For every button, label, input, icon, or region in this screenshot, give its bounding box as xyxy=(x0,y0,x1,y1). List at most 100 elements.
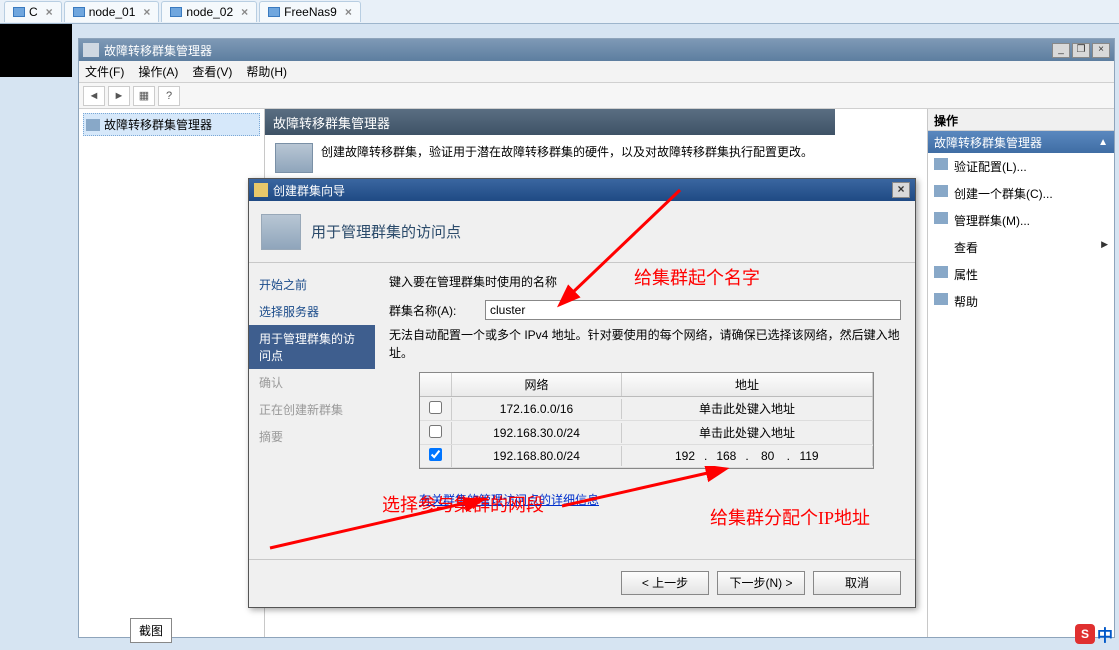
cluster-name-label: 群集名称(A): xyxy=(389,302,475,319)
wizard-header: 用于管理群集的访问点 xyxy=(249,201,915,263)
restore-button[interactable]: ❐ xyxy=(1072,43,1090,58)
minimize-button[interactable]: _ xyxy=(1052,43,1070,58)
action-manage[interactable]: 管理群集(M)... xyxy=(928,207,1114,234)
actions-header: 操作 xyxy=(928,109,1114,131)
tab-c[interactable]: C× xyxy=(4,1,62,22)
tab-label: FreeNas9 xyxy=(284,5,337,19)
monitor-icon xyxy=(268,7,280,17)
help-button[interactable]: ? xyxy=(158,86,180,106)
chevron-right-icon: ▶ xyxy=(1101,239,1108,250)
next-button[interactable]: 下一步(N) > xyxy=(717,571,805,595)
cluster-icon xyxy=(86,119,100,131)
wizard-buttons: < 上一步 下一步(N) > 取消 xyxy=(249,559,915,605)
wizard-steps: 开始之前 选择服务器 用于管理群集的访问点 确认 正在创建新群集 摘要 xyxy=(249,263,375,559)
servers-icon xyxy=(261,214,301,250)
net-checkbox-2[interactable] xyxy=(429,448,442,461)
properties-icon xyxy=(934,266,948,278)
step-confirm: 确认 xyxy=(249,369,375,396)
action-properties[interactable]: 属性 xyxy=(928,261,1114,288)
network-table: 网络 地址 172.16.0.0/16 单击此处键入地址 192.168.30.… xyxy=(419,372,874,469)
menu-bar: 文件(F) 操作(A) 查看(V) 帮助(H) xyxy=(79,61,1114,83)
step-before[interactable]: 开始之前 xyxy=(249,271,375,298)
cancel-button[interactable]: 取消 xyxy=(813,571,901,595)
tree-root-label: 故障转移群集管理器 xyxy=(104,116,212,133)
menu-action[interactable]: 操作(A) xyxy=(138,63,178,80)
toolbar-btn[interactable]: ▦ xyxy=(133,86,155,106)
menu-file[interactable]: 文件(F) xyxy=(85,63,124,80)
net-cell: 192.168.30.0/24 xyxy=(452,423,622,443)
monitor-icon xyxy=(13,7,25,17)
tab-label: node_01 xyxy=(89,5,136,19)
caption-box[interactable]: 截图 xyxy=(130,618,172,643)
mmc-titlebar: 故障转移群集管理器 _ ❐ × xyxy=(79,39,1114,61)
net-cell: 192.168.80.0/24 xyxy=(452,446,622,466)
wizard-icon xyxy=(254,183,268,197)
manage-icon xyxy=(934,212,948,224)
table-row: 192.168.30.0/24 单击此处键入地址 xyxy=(420,421,873,445)
check-icon xyxy=(934,158,948,170)
table-row: 192.168.80.0/24 192. 168. 80. 119 xyxy=(420,445,873,468)
wizard-close-button[interactable]: × xyxy=(892,182,910,198)
black-strip xyxy=(0,24,72,77)
toolbar: ◄ ► ▦ ? xyxy=(79,83,1114,109)
wizard-icon xyxy=(934,185,948,197)
monitor-icon xyxy=(170,7,182,17)
tree-pane: 故障转移群集管理器 xyxy=(79,109,265,637)
step-select-servers[interactable]: 选择服务器 xyxy=(249,298,375,325)
back-button[interactable]: ◄ xyxy=(83,86,105,106)
center-heading: 故障转移群集管理器 xyxy=(265,109,835,135)
ime-indicator[interactable]: S 中 xyxy=(1075,622,1113,646)
net-checkbox-0[interactable] xyxy=(429,401,442,414)
cluster-name-input[interactable] xyxy=(485,300,901,320)
actions-pane: 操作 故障转移群集管理器▲ 验证配置(L)... 创建一个群集(C)... 管理… xyxy=(928,109,1114,637)
wizard-titlebar: 创建群集向导 × xyxy=(249,179,915,201)
col-address: 地址 xyxy=(622,373,873,396)
instruction-text: 键入要在管理群集时使用的名称 xyxy=(389,273,901,290)
wizard-content: 键入要在管理群集时使用的名称 群集名称(A): 无法自动配置一个或多个 IPv4… xyxy=(375,263,915,559)
addr-cell[interactable]: 单击此处键入地址 xyxy=(622,397,873,420)
tree-root[interactable]: 故障转移群集管理器 xyxy=(83,113,260,136)
step-creating: 正在创建新群集 xyxy=(249,396,375,423)
help-icon xyxy=(934,293,948,305)
ime-zh-icon: 中 xyxy=(1097,622,1113,646)
table-row: 172.16.0.0/16 单击此处键入地址 xyxy=(420,397,873,421)
net-checkbox-1[interactable] xyxy=(429,425,442,438)
addr-cell[interactable]: 单击此处键入地址 xyxy=(622,421,873,444)
net-cell: 172.16.0.0/16 xyxy=(452,399,622,419)
close-icon[interactable]: × xyxy=(46,5,53,19)
center-description: 创建故障转移群集，验证用于潜在故障转移群集的硬件，以及对故障转移群集执行配置更改… xyxy=(321,143,813,160)
tab-label: C xyxy=(29,5,38,19)
help-link[interactable]: 有关群集的管理访问点的详细信息 xyxy=(419,491,599,508)
window-title: 故障转移群集管理器 xyxy=(104,42,212,59)
tab-label: node_02 xyxy=(186,5,233,19)
wizard-step-title: 用于管理群集的访问点 xyxy=(311,221,461,242)
action-view[interactable]: 查看▶ xyxy=(928,234,1114,261)
close-icon[interactable]: × xyxy=(241,5,248,19)
create-cluster-wizard: 创建群集向导 × 用于管理群集的访问点 开始之前 选择服务器 用于管理群集的访问… xyxy=(248,178,916,608)
actions-subheader[interactable]: 故障转移群集管理器▲ xyxy=(928,131,1114,153)
browser-tabs: C× node_01× node_02× FreeNas9× xyxy=(0,0,1119,24)
col-network: 网络 xyxy=(452,373,622,396)
step-access-point[interactable]: 用于管理群集的访问点 xyxy=(249,325,375,369)
ip-address-field[interactable]: 192. 168. 80. 119 xyxy=(622,446,873,466)
ime-s-icon: S xyxy=(1075,624,1095,644)
forward-button[interactable]: ► xyxy=(108,86,130,106)
action-help[interactable]: 帮助 xyxy=(928,288,1114,315)
ip-note: 无法自动配置一个或多个 IPv4 地址。针对要使用的每个网络，请确保已选择该网络… xyxy=(389,326,901,362)
close-icon[interactable]: × xyxy=(143,5,150,19)
menu-help[interactable]: 帮助(H) xyxy=(246,63,287,80)
action-create[interactable]: 创建一个群集(C)... xyxy=(928,180,1114,207)
tab-node02[interactable]: node_02 × xyxy=(161,1,257,22)
tab-freenas[interactable]: FreeNas9 × xyxy=(259,1,361,22)
menu-view[interactable]: 查看(V) xyxy=(192,63,232,80)
tab-node01[interactable]: node_01 × xyxy=(64,1,160,22)
close-button[interactable]: × xyxy=(1092,43,1110,58)
prev-button[interactable]: < 上一步 xyxy=(621,571,709,595)
close-icon[interactable]: × xyxy=(345,5,352,19)
servers-icon xyxy=(275,143,313,173)
cluster-icon xyxy=(83,43,99,57)
action-validate[interactable]: 验证配置(L)... xyxy=(928,153,1114,180)
step-summary: 摘要 xyxy=(249,423,375,450)
collapse-icon: ▲ xyxy=(1098,137,1108,148)
table-header: 网络 地址 xyxy=(420,373,873,397)
